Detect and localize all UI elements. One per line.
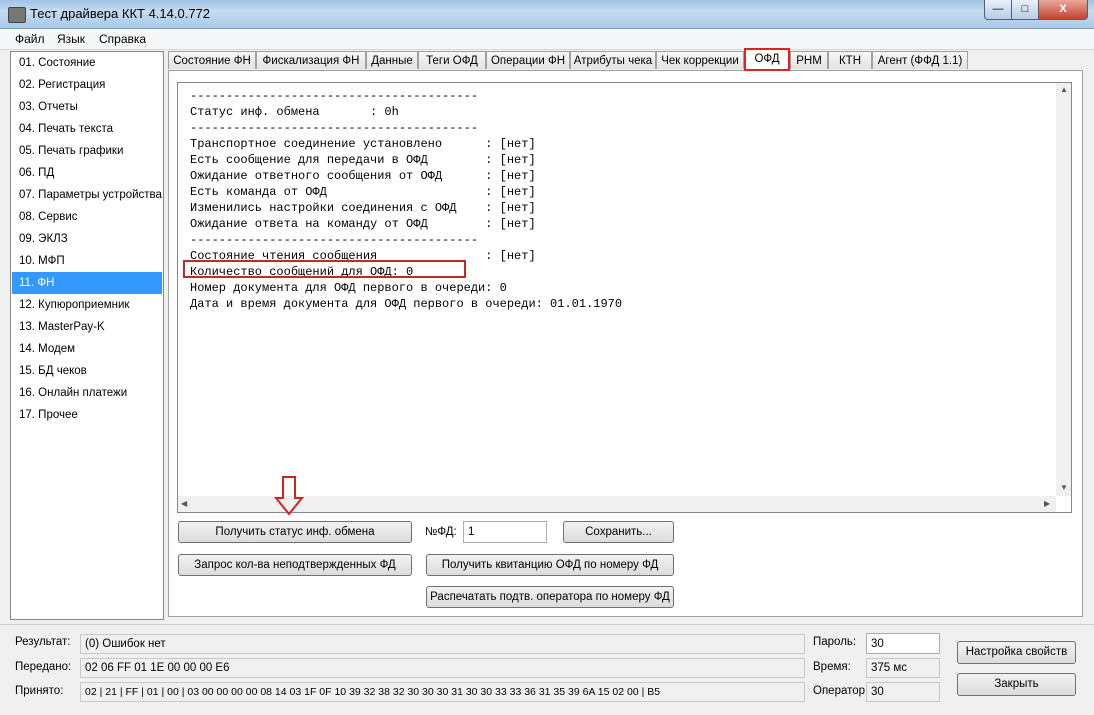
- menu-file[interactable]: Файл: [15, 32, 45, 46]
- console-line: Есть команда от ОФД : [нет]: [190, 185, 536, 199]
- sidebar-item-mfp[interactable]: 10. МФП: [12, 250, 162, 272]
- sidebar-item-device-params[interactable]: 07. Параметры устройства: [12, 184, 162, 206]
- sidebar-item-reports[interactable]: 03. Отчеты: [12, 96, 162, 118]
- tab-ofd-highlight: [744, 48, 790, 71]
- password-input[interactable]: 30: [866, 633, 940, 654]
- tab-correction-receipt[interactable]: Чек коррекции: [656, 51, 744, 69]
- console-line: Дата и время документа для ОФД первого в…: [190, 297, 623, 311]
- console-line: Изменились настройки соединения с ОФД : …: [190, 201, 536, 215]
- fd-number-label: №ФД:: [425, 526, 457, 538]
- tab-ofd-tags[interactable]: Теги ОФД: [418, 51, 486, 69]
- sidebar-item-other[interactable]: 17. Прочее: [12, 404, 162, 426]
- time-label: Время:: [813, 661, 851, 673]
- maximize-button[interactable]: □: [1011, 0, 1039, 20]
- vertical-scrollbar[interactable]: ▲ ▼: [1056, 83, 1071, 496]
- horizontal-scrollbar[interactable]: ◀ ▶: [178, 496, 1056, 512]
- time-field: 375 мс: [866, 658, 940, 678]
- status-area: Результат: (0) Ошибок нет Передано: 02 0…: [0, 624, 1094, 715]
- received-field: 02 | 21 | FF | 01 | 00 | 03 00 00 00 00 …: [80, 682, 805, 702]
- sidebar-item-eklz[interactable]: 09. ЭКЛЗ: [12, 228, 162, 250]
- tab-ktn[interactable]: КТН: [828, 51, 872, 69]
- sidebar-item-receipts-db[interactable]: 15. БД чеков: [12, 360, 162, 382]
- close-button[interactable]: Закрыть: [957, 673, 1076, 696]
- print-confirmation-button[interactable]: Распечатать подтв. оператора по номеру Ф…: [426, 586, 674, 608]
- menu-language[interactable]: Язык: [57, 32, 85, 46]
- minimize-button[interactable]: —: [984, 0, 1012, 20]
- tab-fn-fiscalization[interactable]: Фискализация ФН: [256, 51, 366, 69]
- sidebar-item-print-text[interactable]: 04. Печать текста: [12, 118, 162, 140]
- sidebar-item-modem[interactable]: 14. Модем: [12, 338, 162, 360]
- tab-receipt-attributes[interactable]: Атрибуты чека: [570, 51, 656, 69]
- request-count-button[interactable]: Запрос кол-ва неподтвержденных ФД: [178, 554, 412, 576]
- output-text: ----------------------------------------…: [190, 88, 622, 312]
- result-field: (0) Ошибок нет: [80, 634, 805, 654]
- window-title: Тест драйвера ККТ 4.14.0.772: [30, 6, 211, 21]
- console-line: ----------------------------------------: [190, 233, 479, 247]
- tab-fn-status[interactable]: Состояние ФН: [168, 51, 256, 69]
- scroll-right-icon[interactable]: ▶: [1044, 499, 1050, 508]
- operator-label: Оператор:: [813, 685, 869, 697]
- received-label: Принято:: [15, 685, 64, 697]
- get-status-button[interactable]: Получить статус инф. обмена: [178, 521, 412, 543]
- sidebar-item-service[interactable]: 08. Сервис: [12, 206, 162, 228]
- sent-field: 02 06 FF 01 1E 00 00 00 E6: [80, 658, 805, 678]
- console-line: Номер документа для ОФД первого в очеред…: [190, 281, 507, 295]
- scroll-left-icon[interactable]: ◀: [181, 499, 187, 508]
- sidebar-item-bill-acceptor[interactable]: 12. Купюроприемник: [12, 294, 162, 316]
- menu-help[interactable]: Справка: [99, 32, 146, 46]
- console-line: Есть сообщение для передачи в ОФД : [нет…: [190, 153, 536, 167]
- sidebar-item-status[interactable]: 01. Состояние: [12, 52, 162, 74]
- settings-button[interactable]: Настройка свойств: [957, 641, 1076, 664]
- sidebar-item-print-graphics[interactable]: 05. Печать графики: [12, 140, 162, 162]
- message-count-highlight: [183, 260, 466, 278]
- console-line: Ожидание ответного сообщения от ОФД : [н…: [190, 169, 536, 183]
- result-label: Результат:: [15, 636, 71, 648]
- console-line: ----------------------------------------: [190, 121, 479, 135]
- sidebar-item-registration[interactable]: 02. Регистрация: [12, 74, 162, 96]
- sidebar: 01. Состояние 02. Регистрация 03. Отчеты…: [10, 51, 164, 620]
- menu-bar: Файл Язык Справка: [0, 29, 1094, 50]
- scroll-down-icon[interactable]: ▼: [1060, 483, 1068, 492]
- console-line: Транспортное соединение установлено : [н…: [190, 137, 536, 151]
- tab-data[interactable]: Данные: [366, 51, 418, 69]
- operator-field: 30: [866, 682, 940, 702]
- console-line: Ожидание ответа на команду от ОФД : [нет…: [190, 217, 536, 231]
- tab-fn-operations[interactable]: Операции ФН: [486, 51, 570, 69]
- down-arrow-annotation-icon: [274, 476, 304, 516]
- password-label: Пароль:: [813, 636, 857, 648]
- sent-label: Передано:: [15, 661, 72, 673]
- tab-agent[interactable]: Агент (ФФД 1.1): [872, 51, 968, 69]
- sidebar-item-fn[interactable]: 11. ФН: [12, 272, 162, 294]
- close-window-button[interactable]: X: [1038, 0, 1088, 20]
- sidebar-item-pd[interactable]: 06. ПД: [12, 162, 162, 184]
- save-button[interactable]: Сохранить...: [563, 521, 674, 543]
- app-icon: [8, 7, 26, 23]
- console-line: Статус инф. обмена : 0h: [190, 105, 399, 119]
- sidebar-item-online-payments[interactable]: 16. Онлайн платежи: [12, 382, 162, 404]
- get-receipt-button[interactable]: Получить квитанцию ОФД по номеру ФД: [426, 554, 674, 576]
- console-line: ----------------------------------------: [190, 89, 479, 103]
- scroll-up-icon[interactable]: ▲: [1060, 85, 1068, 94]
- title-bar: Тест драйвера ККТ 4.14.0.772 — □ X: [0, 0, 1094, 29]
- sidebar-item-masterpay[interactable]: 13. MasterPay-K: [12, 316, 162, 338]
- fd-number-input[interactable]: 1: [463, 521, 547, 543]
- tab-rnm[interactable]: РНМ: [790, 51, 828, 69]
